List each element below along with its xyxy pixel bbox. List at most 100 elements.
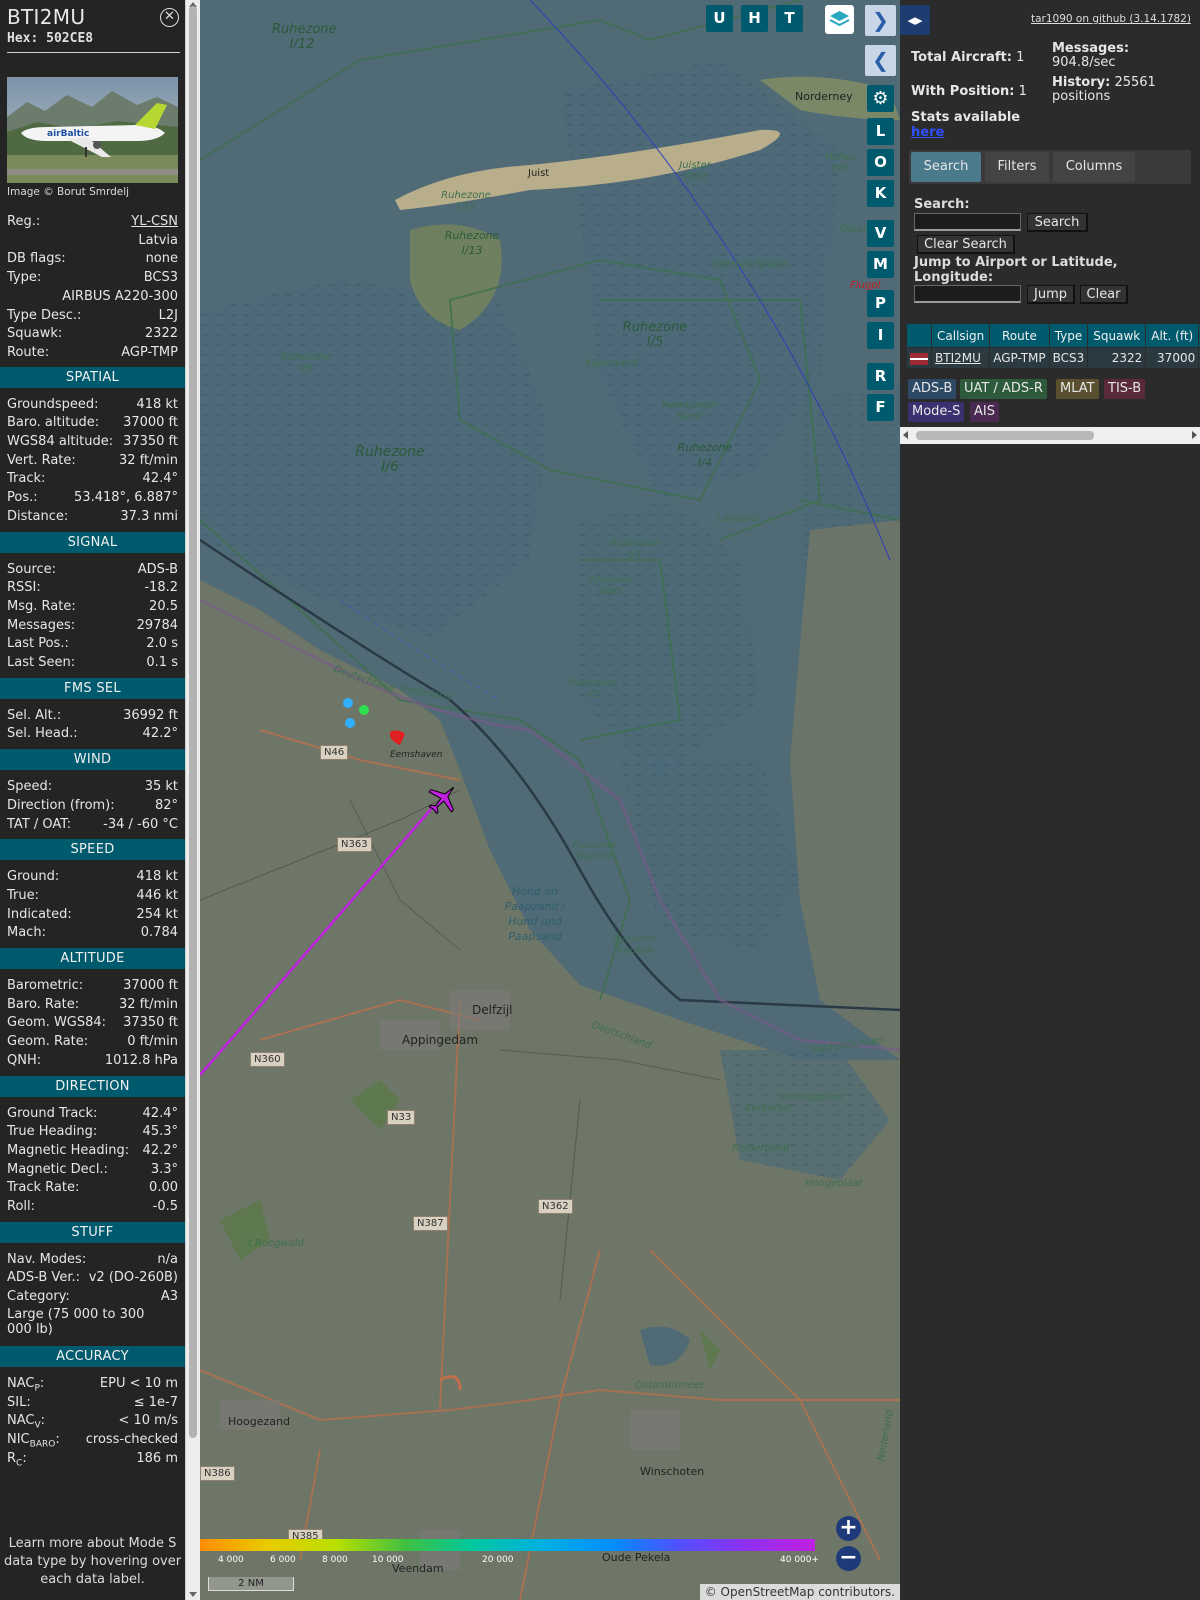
info-row: Roll: -0.5 bbox=[7, 1198, 178, 1216]
selected-hex: Hex: 502CE8 bbox=[7, 31, 94, 46]
info-row-value: 1012.8 hPa bbox=[104, 1052, 178, 1068]
info-row-label: DB flags: bbox=[7, 251, 66, 267]
info-panel-scrollbar[interactable] bbox=[185, 0, 200, 1600]
scroll-down-icon[interactable] bbox=[189, 1592, 197, 1597]
scroll-left-icon[interactable] bbox=[903, 431, 908, 439]
zoom-out-button[interactable]: − bbox=[836, 1546, 861, 1571]
search-button[interactable]: Search bbox=[1027, 213, 1088, 232]
map-button-k[interactable]: K bbox=[867, 180, 894, 207]
scroll-right-icon[interactable] bbox=[1192, 431, 1197, 439]
stats-link[interactable]: here bbox=[911, 125, 944, 140]
map-label-itzendorfplate: Itzendorfplate bbox=[711, 257, 789, 270]
info-row-label-suffix: : bbox=[39, 1375, 45, 1391]
tab-columns[interactable]: Columns bbox=[1053, 152, 1135, 182]
clear-jump-button[interactable]: Clear bbox=[1080, 285, 1128, 304]
jump-input[interactable] bbox=[914, 285, 1021, 303]
road-shield-n362: N362 bbox=[538, 1199, 573, 1214]
column-header[interactable] bbox=[906, 323, 932, 348]
map-button-m[interactable]: M bbox=[867, 251, 894, 278]
tab-search[interactable]: Search bbox=[911, 152, 981, 182]
arrows-horizontal-icon: ◂▸ bbox=[907, 11, 923, 29]
section-header-spatial: SPATIAL bbox=[0, 366, 185, 388]
info-row: Mach: 0.784 bbox=[7, 924, 178, 942]
toggle-sidebar-button[interactable]: ◂▸ bbox=[900, 5, 930, 35]
sidebar-tabbar: Search Filters Columns bbox=[909, 150, 1191, 184]
map-label-winschoten: Winschoten bbox=[640, 1465, 705, 1478]
altitude-legend-label: 10 000 bbox=[372, 1555, 404, 1565]
info-row: Groundspeed: 418 kt bbox=[7, 396, 178, 414]
column-header[interactable]: Route bbox=[989, 323, 1050, 348]
info-row: Ground Track: 42.4° bbox=[7, 1105, 178, 1123]
table-cell bbox=[906, 347, 932, 369]
info-row-value: 42.2° bbox=[142, 726, 178, 742]
flag-latvia-icon bbox=[910, 352, 928, 365]
info-row: Nav. Modes: n/a bbox=[7, 1251, 178, 1269]
layers-button[interactable] bbox=[825, 5, 854, 34]
scroll-thumb[interactable] bbox=[189, 6, 197, 1438]
info-row: Baro. Rate: 32 ft/min bbox=[7, 996, 178, 1014]
aircraft-photo[interactable]: airBaltic bbox=[7, 77, 178, 183]
table-row[interactable]: BTI2MU AGP-TMP BCS3 2322 37000 bbox=[906, 347, 1200, 369]
map-label-appingedam: Appingedam bbox=[402, 1033, 479, 1047]
info-row-value: none bbox=[145, 251, 178, 267]
chevron-right-icon: ❯ bbox=[872, 8, 889, 32]
info-row-label: Large (75 000 to 300 000 lb) bbox=[7, 1306, 145, 1337]
info-row-label: Magnetic Decl.: bbox=[7, 1161, 108, 1177]
info-row: AIRBUS A220-300 bbox=[7, 288, 178, 306]
info-row-label: Ground: bbox=[7, 869, 60, 885]
jump-button[interactable]: Jump bbox=[1027, 285, 1075, 304]
settings-button[interactable]: ⚙ bbox=[867, 85, 894, 112]
column-header[interactable]: Squawk bbox=[1087, 323, 1147, 348]
map-button-v[interactable]: V bbox=[867, 220, 894, 247]
map-button-u[interactable]: U bbox=[706, 5, 733, 32]
map-label-ruhezone-i6: Ruhezone I/6 bbox=[355, 444, 425, 475]
github-link[interactable]: tar1090 on github (3.14.1782) bbox=[1031, 13, 1191, 25]
zoom-in-button[interactable]: + bbox=[836, 1516, 861, 1541]
info-row-value[interactable]: YL-CSN bbox=[131, 213, 178, 231]
info-row: Magnetic Heading: 42.2° bbox=[7, 1142, 178, 1160]
map-label-ruhezone-i3: Ruhezone I/3 bbox=[610, 538, 660, 560]
info-row: ADS-B Ver.: v2 (DO-260B) bbox=[7, 1269, 178, 1287]
column-header[interactable]: Callsign bbox=[930, 323, 991, 348]
expand-right-button[interactable]: ❯ bbox=[865, 5, 896, 36]
map-button-t[interactable]: T bbox=[776, 5, 803, 32]
map-button-p[interactable]: P bbox=[867, 290, 894, 317]
search-input[interactable] bbox=[914, 213, 1021, 231]
info-row-label: QNH: bbox=[7, 1052, 42, 1068]
info-row-label-suffix: : bbox=[40, 1413, 46, 1429]
table-horizontal-scrollbar[interactable] bbox=[900, 427, 1200, 444]
column-header[interactable]: Type bbox=[1048, 323, 1089, 348]
map-button-h[interactable]: H bbox=[741, 5, 768, 32]
info-row-label: Direction (from): bbox=[7, 797, 115, 813]
map-view[interactable]: Ruhezone I/12 Norderney Juist Juister Wa… bbox=[200, 0, 900, 1600]
info-row: Distance: 37.3 nmi bbox=[7, 508, 178, 526]
info-row-label-sub: BARO bbox=[29, 1439, 56, 1450]
info-row-value: 446 kt bbox=[136, 887, 178, 903]
tab-filters[interactable]: Filters bbox=[985, 152, 1049, 182]
hscroll-thumb[interactable] bbox=[916, 431, 1094, 440]
map-button-l[interactable]: L bbox=[867, 118, 894, 145]
close-icon: ✕ bbox=[164, 9, 175, 24]
info-row-value: 0.1 s bbox=[146, 655, 178, 670]
aircraft-plane-icon[interactable] bbox=[426, 782, 460, 816]
collapse-left-button[interactable]: ❮ bbox=[865, 45, 896, 76]
map-attribution[interactable]: © OpenStreetMap contributors. bbox=[699, 1584, 900, 1600]
info-row-label: True Heading: bbox=[7, 1124, 98, 1140]
source-badge-uat-ads-r: UAT / ADS-R bbox=[960, 379, 1047, 399]
map-button-i[interactable]: I bbox=[867, 322, 894, 349]
info-row-label: Roll: bbox=[7, 1199, 36, 1214]
info-row-label: Mach: bbox=[7, 925, 46, 941]
column-header[interactable]: Alt. (ft) bbox=[1145, 323, 1200, 348]
info-row-label: ADS-B Ver.: bbox=[7, 1270, 80, 1286]
map-button-r[interactable]: R bbox=[867, 363, 894, 390]
info-row-value: 53.418°, 6.887° bbox=[74, 490, 178, 506]
selected-callsign: BTI2MU bbox=[7, 5, 86, 29]
map-button-o[interactable]: O bbox=[867, 149, 894, 176]
map-button-f[interactable]: F bbox=[867, 394, 894, 421]
table-cell[interactable]: BTI2MU bbox=[930, 347, 991, 369]
with-position-stat: With Position: 1 bbox=[911, 84, 1027, 99]
aircraft-info-panel: BTI2MU Hex: 502CE8 ✕ airBaltic Image © B… bbox=[0, 0, 185, 1600]
clear-search-button[interactable]: Clear Search bbox=[917, 235, 1015, 254]
jump-label: Jump to Airport or Latitude, Longitude: bbox=[914, 255, 1118, 285]
close-info-button[interactable]: ✕ bbox=[160, 8, 179, 27]
